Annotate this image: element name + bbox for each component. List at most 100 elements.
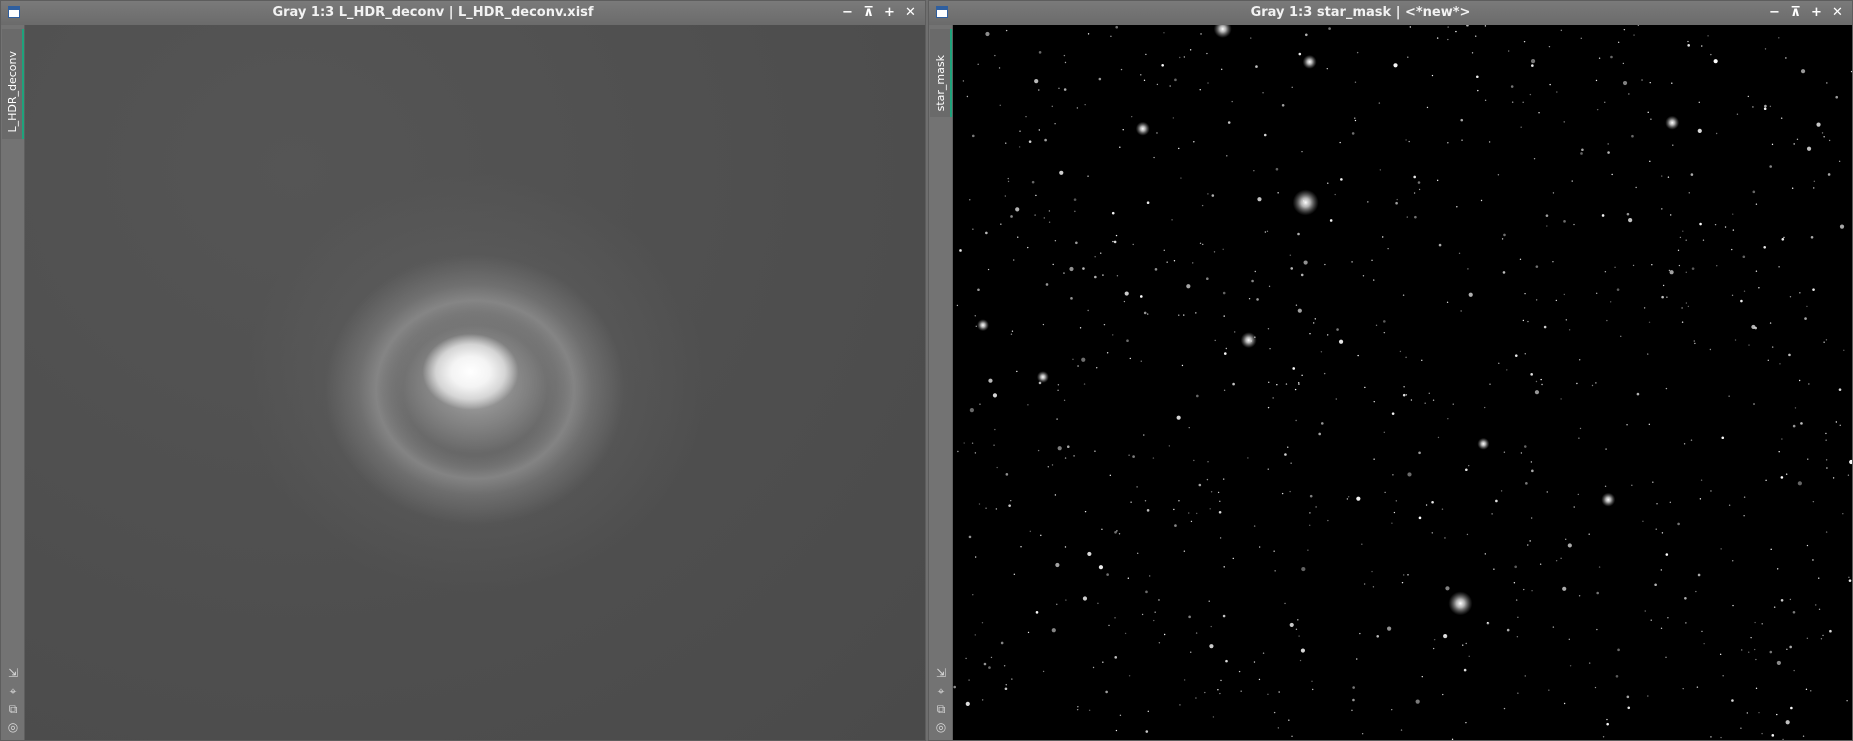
star: [1776, 713, 1778, 716]
star: [1442, 693, 1444, 696]
window-icon[interactable]: [936, 6, 948, 18]
zoom-icon[interactable]: ⌖: [5, 684, 21, 698]
image-window-star-mask[interactable]: Gray 1:3 star_mask | <*new*> − ⊼ + ✕ sta…: [928, 0, 1853, 741]
star: [974, 315, 976, 317]
star: [1655, 528, 1657, 530]
star: [1143, 434, 1145, 436]
star: [995, 508, 998, 510]
close-icon[interactable]: ✕: [1829, 4, 1846, 21]
star: [1193, 459, 1195, 462]
window-icon[interactable]: [8, 6, 20, 18]
star: [1651, 264, 1653, 266]
star: [1731, 248, 1733, 251]
bright-star: [1240, 332, 1257, 349]
star: [1781, 438, 1783, 440]
star: [1106, 352, 1109, 354]
minimize-icon[interactable]: −: [1766, 4, 1783, 21]
star: [1354, 119, 1357, 122]
star: [1604, 485, 1607, 488]
star: [1183, 679, 1186, 681]
star: [1035, 194, 1037, 197]
star: [1297, 232, 1300, 236]
star: [1295, 419, 1297, 422]
maximize-icon[interactable]: +: [1808, 4, 1825, 21]
star: [998, 67, 1001, 69]
preview-icon[interactable]: ◎: [5, 720, 21, 734]
star: [1054, 123, 1056, 125]
star: [1174, 524, 1177, 527]
star: [1196, 512, 1198, 515]
shade-icon[interactable]: ⊼: [860, 4, 877, 21]
minimize-icon[interactable]: −: [839, 4, 856, 21]
image-view-star-field[interactable]: [953, 25, 1852, 740]
star: [1685, 271, 1687, 274]
star: [1338, 339, 1344, 344]
star: [1309, 524, 1311, 526]
star: [1685, 302, 1688, 304]
star: [1778, 37, 1780, 39]
star: [1048, 221, 1051, 223]
star: [1560, 398, 1562, 400]
star: [1562, 586, 1567, 591]
star: [1732, 213, 1734, 215]
star: [1043, 217, 1045, 219]
star: [1141, 613, 1144, 616]
star: [1514, 565, 1517, 569]
star: [1291, 86, 1293, 89]
star: [1465, 721, 1467, 724]
star: [1103, 323, 1106, 326]
view-tab-l-hdr-deconv[interactable]: L_HDR_deconv: [2, 29, 24, 139]
image-window-l-hdr-deconv[interactable]: Gray 1:3 L_HDR_deconv | L_HDR_deconv.xis…: [0, 0, 926, 741]
star: [1324, 263, 1326, 266]
star: [1596, 628, 1598, 631]
star: [1387, 626, 1392, 631]
star: [1072, 358, 1074, 361]
star: [1843, 349, 1845, 351]
star: [1156, 132, 1158, 134]
clone-icon[interactable]: ⧉: [933, 702, 949, 716]
star: [1063, 272, 1065, 274]
window-titlebar[interactable]: Gray 1:3 L_HDR_deconv | L_HDR_deconv.xis…: [1, 1, 925, 25]
star: [1038, 51, 1042, 54]
star: [1225, 347, 1227, 350]
star: [1806, 146, 1812, 151]
star: [985, 507, 987, 509]
star: [1232, 382, 1235, 386]
star: [1354, 81, 1357, 83]
star: [1848, 579, 1852, 582]
star: [1497, 174, 1500, 176]
star: [1747, 95, 1750, 98]
star: [1524, 292, 1526, 295]
star: [1763, 107, 1767, 111]
star: [1334, 193, 1336, 196]
star: [1524, 675, 1526, 677]
star: [1206, 478, 1209, 481]
star: [1291, 735, 1293, 738]
star: [1462, 644, 1464, 646]
star: [1147, 710, 1149, 713]
star: [1688, 192, 1690, 194]
view-tab-star-mask[interactable]: star_mask: [930, 29, 952, 117]
star: [1145, 53, 1147, 56]
star: [1660, 569, 1663, 571]
clone-icon[interactable]: ⧉: [5, 702, 21, 716]
star: [1813, 187, 1815, 189]
star: [1577, 493, 1580, 496]
star: [1254, 270, 1256, 273]
preview-icon[interactable]: ◎: [933, 720, 949, 734]
maximize-icon[interactable]: +: [881, 4, 898, 21]
fit-icon[interactable]: ⇲: [5, 666, 21, 680]
star: [1326, 334, 1329, 336]
image-view-galaxy[interactable]: [25, 25, 925, 740]
star: [1677, 522, 1680, 526]
star: [987, 268, 990, 271]
fit-icon[interactable]: ⇲: [933, 666, 949, 680]
window-titlebar[interactable]: Gray 1:3 star_mask | <*new*> − ⊼ + ✕: [929, 1, 1852, 25]
shade-icon[interactable]: ⊼: [1787, 4, 1804, 21]
star: [1253, 525, 1256, 527]
star: [1793, 669, 1795, 672]
close-icon[interactable]: ✕: [902, 4, 919, 21]
star: [1667, 176, 1670, 178]
zoom-icon[interactable]: ⌖: [933, 684, 949, 698]
star: [1136, 552, 1139, 555]
